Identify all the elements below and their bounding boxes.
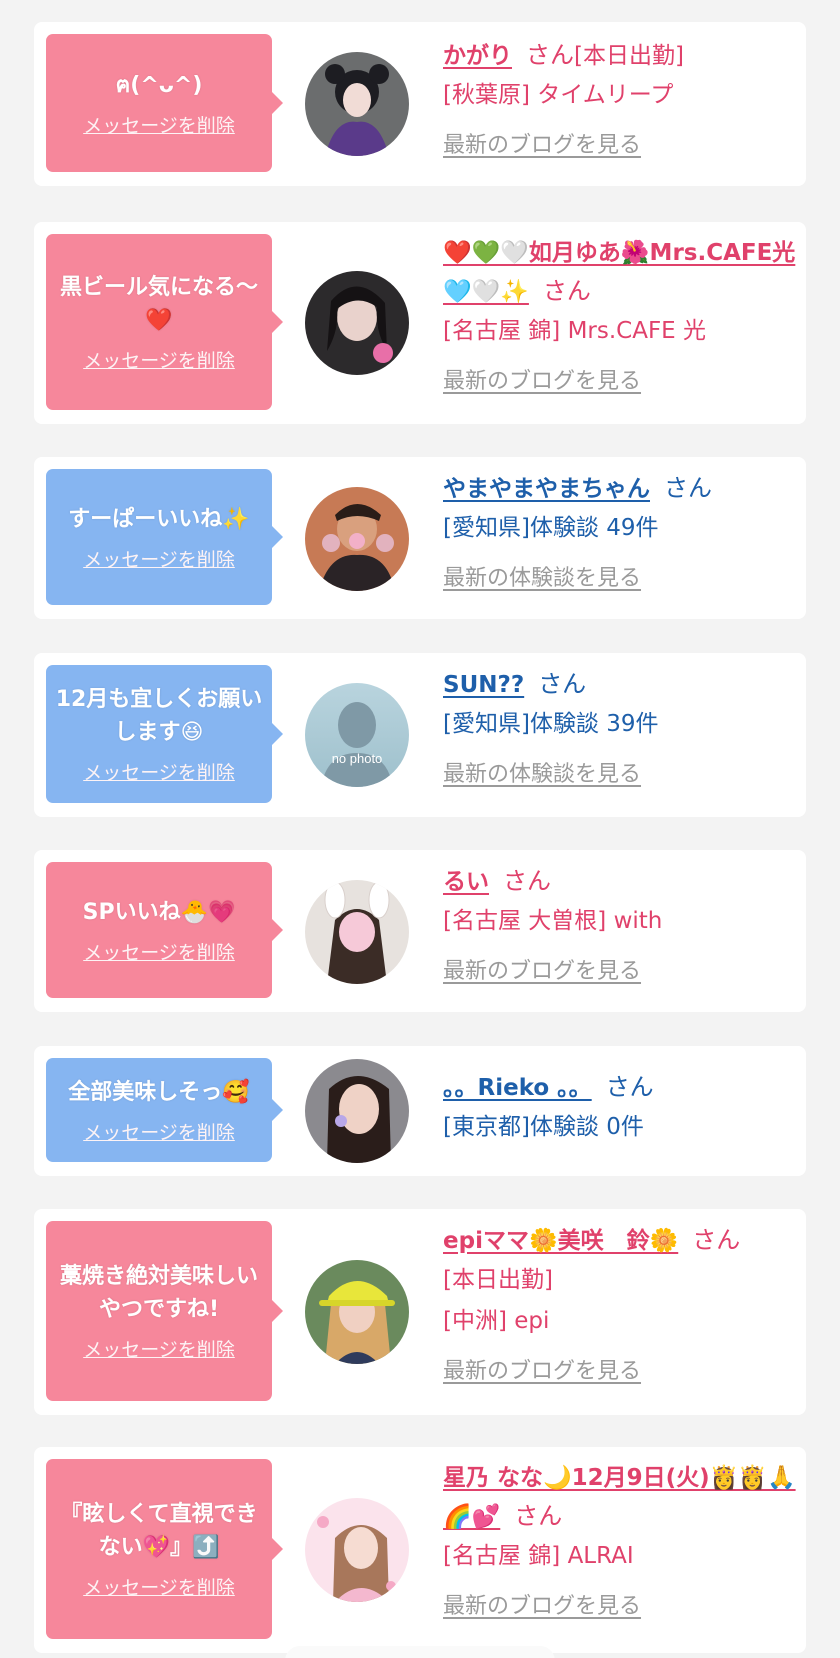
- message-text: 黒ビール気になる〜❤️: [59, 275, 258, 333]
- san-suffix: さん: [538, 670, 587, 698]
- latest-blog-link[interactable]: 最新のブログを見る: [443, 127, 798, 159]
- san-suffix: さん: [692, 1226, 741, 1254]
- sender-name-link[interactable]: やまやまやまちゃん: [443, 476, 650, 502]
- message-card: 12月も宜しくお願いします😆 メッセージを削除 no photo SUN?? さん…: [34, 653, 806, 817]
- message-card: すーぱーいいね✨ メッセージを削除 やまやまやまちゃん さん [愛知県]体験談 4…: [34, 457, 806, 619]
- san-suffix: さん: [503, 867, 551, 895]
- latest-review-link[interactable]: 最新の体験談を見る: [443, 756, 798, 788]
- bottom-scroll-hint: [285, 1646, 555, 1658]
- message-card: 全部美味しそっ🥰 メッセージを削除 。。Rieko 。。 さん [東京都]体験談 …: [34, 1046, 806, 1176]
- message-bubble: 12月も宜しくお願いします😆 メッセージを削除: [46, 665, 283, 803]
- sender-name-link[interactable]: かがり: [443, 43, 512, 69]
- san-suffix: さん: [664, 474, 712, 502]
- message-text: 全部美味しそっ🥰: [68, 1079, 250, 1105]
- message-text: SPいいね🐣💗: [82, 899, 236, 925]
- avatar[interactable]: [305, 1260, 409, 1364]
- sender-info: SUN?? さん [愛知県]体験談 39件 最新の体験談を見る: [443, 665, 798, 788]
- sender-meta: [名古屋 錦] ALRAI: [443, 1543, 634, 1569]
- san-suffix: さん: [514, 1502, 563, 1530]
- sender-name-link[interactable]: SUN??: [443, 672, 524, 698]
- message-card: 『眩しくて直視できない💖』⤴️ メッセージを削除 星乃 なな🌙12月9日(火)👸…: [34, 1447, 806, 1653]
- message-bubble: 『眩しくて直視できない💖』⤴️ メッセージを削除: [46, 1459, 283, 1639]
- no-photo-label: no photo: [332, 751, 383, 766]
- latest-blog-link[interactable]: 最新のブログを見る: [443, 953, 798, 985]
- san-suffix: さん: [605, 1073, 654, 1101]
- san-suffix: さん: [542, 277, 591, 305]
- sender-meta: [東京都]体験談 0件: [443, 1114, 644, 1140]
- message-text: 『眩しくて直視できない💖』⤴️: [60, 1502, 258, 1560]
- message-bubble: 藁焼き絶対美味しいやつですね! メッセージを削除: [46, 1221, 283, 1401]
- message-card: 黒ビール気になる〜❤️ メッセージを削除 ❤️💚🤍如月ゆあ🌺Mrs.CAFE光🩵…: [34, 222, 806, 424]
- message-text: 藁焼き絶対美味しいやつですね!: [59, 1264, 258, 1322]
- message-card: SPいいね🐣💗 メッセージを削除 るい さん [名古屋 大曽根] with 最新の…: [34, 850, 806, 1012]
- sender-name-link[interactable]: ❤️💚🤍如月ゆあ🌺Mrs.CAFE光🩵🤍✨: [443, 240, 795, 305]
- latest-blog-link[interactable]: 最新のブログを見る: [443, 1588, 798, 1620]
- avatar[interactable]: no photo: [305, 683, 409, 787]
- message-text: ฅ(^ᴗ^): [115, 72, 203, 98]
- message-card: 藁焼き絶対美味しいやつですね! メッセージを削除 epiママ🌼美咲 鈴🌼 さん […: [34, 1209, 806, 1415]
- latest-blog-link[interactable]: 最新のブログを見る: [443, 1353, 798, 1385]
- latest-blog-link[interactable]: 最新のブログを見る: [443, 363, 798, 395]
- sender-meta: [中洲] epi: [443, 1308, 550, 1334]
- delete-message-link[interactable]: メッセージを削除: [83, 346, 235, 373]
- avatar[interactable]: [305, 1059, 409, 1163]
- sender-info: ❤️💚🤍如月ゆあ🌺Mrs.CAFE光🩵🤍✨ さん [名古屋 錦] Mrs.CAFE…: [443, 234, 798, 395]
- delete-message-link[interactable]: メッセージを削除: [83, 1335, 235, 1362]
- sender-meta: [本日出勤]: [443, 1267, 553, 1293]
- san-suffix: さん: [526, 41, 574, 69]
- sender-name-link[interactable]: 星乃 なな🌙12月9日(火)👸👸🙏🌈💕: [443, 1465, 796, 1530]
- sender-name-link[interactable]: epiママ🌼美咲 鈴🌼: [443, 1228, 678, 1254]
- sender-meta: [名古屋 錦] Mrs.CAFE 光: [443, 318, 707, 344]
- sender-meta: [名古屋 大曽根] with: [443, 908, 663, 934]
- sender-name-link[interactable]: るい: [443, 869, 489, 895]
- sender-name-link[interactable]: 。。Rieko 。。: [443, 1075, 592, 1101]
- message-bubble: 黒ビール気になる〜❤️ メッセージを削除: [46, 234, 283, 410]
- sender-info: 星乃 なな🌙12月9日(火)👸👸🙏🌈💕 さん [名古屋 錦] ALRAI 最新のブ…: [443, 1459, 798, 1620]
- message-text: すーぱーいいね✨: [68, 506, 250, 532]
- delete-message-link[interactable]: メッセージを削除: [83, 111, 235, 138]
- sender-info: 。。Rieko 。。 さん [東京都]体験談 0件: [443, 1068, 798, 1148]
- message-text: 12月も宜しくお願いします😆: [55, 687, 263, 745]
- avatar[interactable]: [305, 487, 409, 591]
- message-bubble: SPいいね🐣💗 メッセージを削除: [46, 862, 283, 998]
- avatar[interactable]: [305, 271, 409, 375]
- sender-meta: [愛知県]体験談 49件: [443, 515, 659, 541]
- delete-message-link[interactable]: メッセージを削除: [83, 1118, 235, 1145]
- sender-info: かがり さん[本日出勤] [秋葉原] タイムリープ 最新のブログを見る: [443, 36, 798, 159]
- delete-message-link[interactable]: メッセージを削除: [83, 545, 235, 572]
- message-bubble: ฅ(^ᴗ^) メッセージを削除: [46, 34, 283, 172]
- sender-meta: [本日出勤]: [574, 43, 684, 69]
- avatar[interactable]: [305, 1498, 409, 1602]
- delete-message-link[interactable]: メッセージを削除: [83, 758, 235, 785]
- sender-info: るい さん [名古屋 大曽根] with 最新のブログを見る: [443, 862, 798, 985]
- sender-meta: [愛知県]体験談 39件: [443, 711, 659, 737]
- avatar[interactable]: [305, 52, 409, 156]
- avatar[interactable]: [305, 880, 409, 984]
- sender-info: epiママ🌼美咲 鈴🌼 さん [本日出勤] [中洲] epi 最新のブログを見る: [443, 1221, 798, 1385]
- message-bubble: すーぱーいいね✨ メッセージを削除: [46, 469, 283, 605]
- delete-message-link[interactable]: メッセージを削除: [83, 938, 235, 965]
- latest-review-link[interactable]: 最新の体験談を見る: [443, 560, 798, 592]
- message-bubble: 全部美味しそっ🥰 メッセージを削除: [46, 1058, 283, 1162]
- message-card: ฅ(^ᴗ^) メッセージを削除 かがり さん[本日出勤] [秋葉原] タイムリープ…: [34, 22, 806, 186]
- delete-message-link[interactable]: メッセージを削除: [83, 1573, 235, 1600]
- sender-meta: [秋葉原] タイムリープ: [443, 82, 674, 108]
- sender-info: やまやまやまちゃん さん [愛知県]体験談 49件 最新の体験談を見る: [443, 469, 798, 592]
